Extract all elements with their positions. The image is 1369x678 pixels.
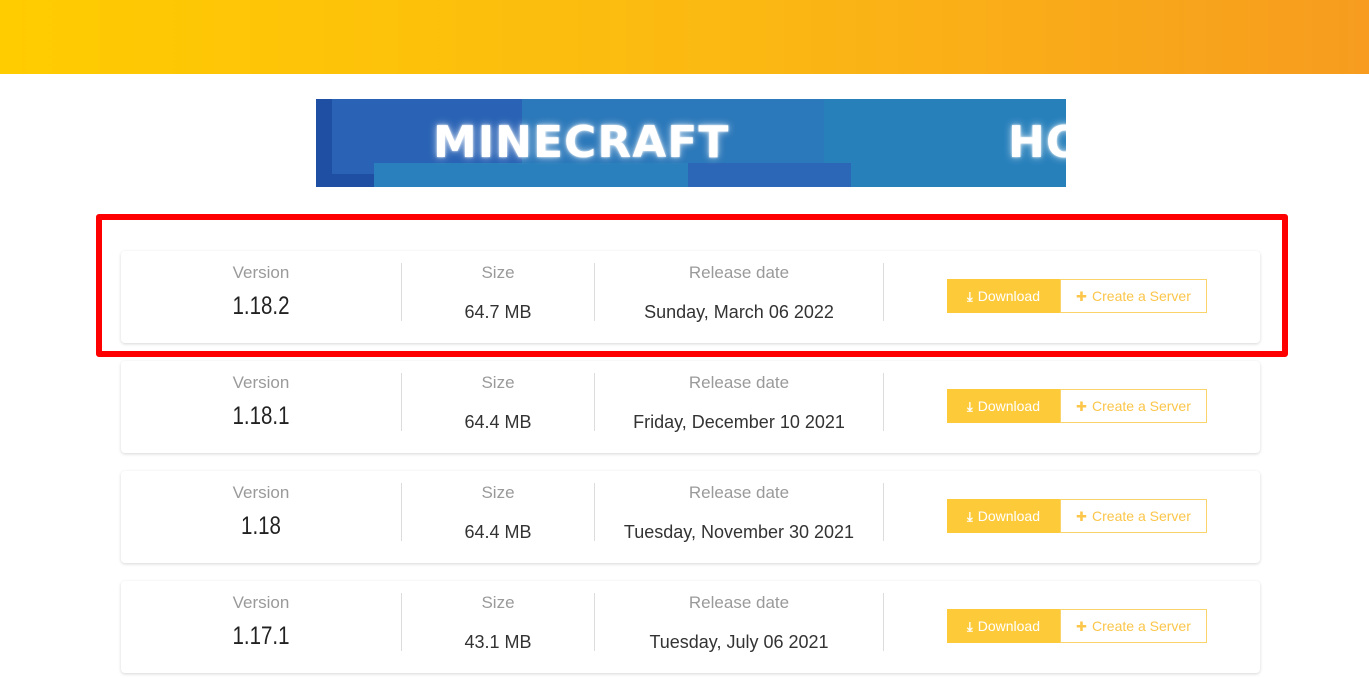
release-date-label: Release date <box>688 263 790 282</box>
size-value: 64.4 MB <box>464 412 532 432</box>
size-value: 64.7 MB <box>464 302 532 322</box>
size-column: Size 64.4 MB <box>402 361 594 453</box>
release-date-value: Tuesday, November 30 2021 <box>623 522 855 542</box>
plus-icon: ✚ <box>1076 619 1088 634</box>
download-button-label: Download <box>977 288 1040 304</box>
release-date-column: Release date Tuesday, November 30 2021 <box>595 471 883 563</box>
release-row: Version 1.18 Size 64.4 MB Release date T… <box>121 471 1260 563</box>
size-value: 64.4 MB <box>464 522 532 542</box>
download-button[interactable]: ⤓ Download <box>947 609 1060 643</box>
create-server-button-label: Create a Server <box>1092 508 1191 524</box>
release-date-column: Release date Friday, December 10 2021 <box>595 361 883 453</box>
size-label: Size <box>481 483 515 502</box>
size-value: 43.1 MB <box>464 632 532 652</box>
download-icon: ⤓ <box>966 289 973 304</box>
download-button[interactable]: ⤓ Download <box>947 389 1060 423</box>
minecraft-hosting-banner[interactable]: MINECRAFT HO <box>316 99 1066 187</box>
version-column: Version 1.18 <box>121 471 401 563</box>
size-label: Size <box>481 373 515 392</box>
download-button-label: Download <box>977 398 1040 414</box>
create-server-button-label: Create a Server <box>1092 288 1191 304</box>
size-label: Size <box>481 593 515 612</box>
release-date-label: Release date <box>688 373 790 392</box>
size-column: Size 64.4 MB <box>402 471 594 563</box>
download-icon: ⤓ <box>966 509 973 524</box>
banner-title-cut: HO <box>1008 117 1066 168</box>
version-label: Version <box>232 373 290 392</box>
release-date-column: Release date Sunday, March 06 2022 <box>595 251 883 343</box>
column-divider <box>883 263 884 321</box>
release-row: Version 1.18.1 Size 64.4 MB Release date… <box>121 361 1260 453</box>
column-divider <box>883 483 884 541</box>
version-value: 1.18 <box>241 512 281 540</box>
plus-icon: ✚ <box>1076 399 1088 414</box>
release-row: Version 1.18.2 Size 64.7 MB Release date… <box>121 251 1260 343</box>
version-label: Version <box>232 483 290 502</box>
create-server-button-label: Create a Server <box>1092 398 1191 414</box>
create-server-button-label: Create a Server <box>1092 618 1191 634</box>
release-row: Version 1.17.1 Size 43.1 MB Release date… <box>121 581 1260 673</box>
column-divider <box>883 593 884 651</box>
download-button-label: Download <box>977 618 1040 634</box>
version-column: Version 1.17.1 <box>121 581 401 673</box>
size-column: Size 43.1 MB <box>402 581 594 673</box>
version-column: Version 1.18.2 <box>121 251 401 343</box>
release-date-value: Friday, December 10 2021 <box>633 412 845 432</box>
version-value: 1.18.2 <box>232 292 290 320</box>
download-icon: ⤓ <box>966 399 973 414</box>
plus-icon: ✚ <box>1076 509 1088 524</box>
release-date-column: Release date Tuesday, July 06 2021 <box>595 581 883 673</box>
create-server-button[interactable]: ✚ Create a Server <box>1060 279 1207 313</box>
plus-icon: ✚ <box>1076 289 1088 304</box>
version-label: Version <box>232 263 290 282</box>
version-value: 1.17.1 <box>232 622 290 650</box>
release-date-value: Tuesday, July 06 2021 <box>649 632 829 652</box>
size-column: Size 64.7 MB <box>402 251 594 343</box>
create-server-button[interactable]: ✚ Create a Server <box>1060 609 1207 643</box>
column-divider <box>883 373 884 431</box>
download-button[interactable]: ⤓ Download <box>947 279 1060 313</box>
download-button[interactable]: ⤓ Download <box>947 499 1060 533</box>
version-value: 1.18.1 <box>232 402 290 430</box>
create-server-button[interactable]: ✚ Create a Server <box>1060 499 1207 533</box>
download-button-label: Download <box>977 508 1040 524</box>
banner-title: MINECRAFT <box>433 117 730 168</box>
size-label: Size <box>481 263 515 282</box>
download-icon: ⤓ <box>966 619 973 634</box>
version-label: Version <box>232 593 290 612</box>
create-server-button[interactable]: ✚ Create a Server <box>1060 389 1207 423</box>
release-date-label: Release date <box>688 593 790 612</box>
top-header-bar <box>0 0 1369 74</box>
release-date-value: Sunday, March 06 2022 <box>644 302 834 322</box>
version-column: Version 1.18.1 <box>121 361 401 453</box>
release-date-label: Release date <box>688 483 790 502</box>
